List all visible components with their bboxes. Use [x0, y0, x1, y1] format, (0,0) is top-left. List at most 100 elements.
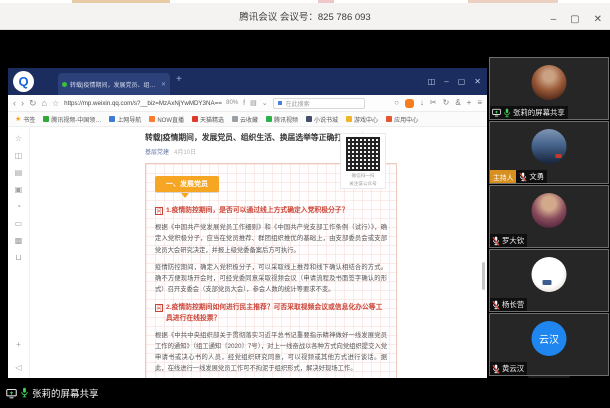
toolbar-right-icons: ○ ↓ ✂ ↻&+ ≡ [394, 99, 482, 108]
chevron-down-icon[interactable]: ⌄ [262, 100, 268, 107]
meeting-titlebar: 腾讯会议 会议号：825 786 093 – ▢ ✕ [0, 3, 610, 30]
section-badge: 一、发展党员 [155, 176, 219, 192]
search-icon[interactable]: ○ [394, 99, 399, 107]
participant-label-bar: 杨长营 [490, 298, 527, 311]
new-tab-button[interactable]: + [176, 74, 182, 85]
apps-icon[interactable]: ▩ [15, 237, 23, 245]
participant-label-bar: 主持人 文勇 [490, 170, 547, 183]
back-icon[interactable]: ‹ [13, 99, 16, 108]
mic-muted-icon [492, 236, 500, 246]
refresh-icon[interactable]: ↻ [29, 99, 37, 108]
article-author[interactable]: 基层党建 [145, 147, 169, 156]
url-text: https://mp.weixin.qq.com/s?__biz=MzAxNjY… [64, 100, 222, 107]
bookmark-item[interactable]: 小说书城 [306, 115, 338, 124]
address-bar[interactable]: https://mp.weixin.qq.com/s?__biz=MzAxNjY… [64, 100, 238, 107]
reading-icon[interactable]: ◫ [15, 152, 23, 160]
history-icon[interactable]: ↻ [443, 99, 450, 107]
layout-icon[interactable]: ◫ [428, 78, 436, 86]
screen-share-icon [492, 108, 501, 117]
bookmark-favicon [306, 116, 312, 122]
bookmark-item[interactable]: 上网导航 [109, 115, 141, 124]
mic-muted-icon [492, 300, 500, 310]
browser-minimize-icon[interactable]: – [444, 78, 448, 86]
screenshot-icon[interactable]: ✂ [430, 99, 437, 107]
qq-icon[interactable] [405, 99, 414, 108]
image-grid-icon[interactable]: ▤ [15, 169, 23, 177]
browser-tabbar: Q 转载|疫情期间，发展党员、组织生… ✕ + ◫– ▢ ✕ [8, 68, 487, 95]
bookmark-item[interactable]: 腾讯视频 [266, 115, 298, 124]
browser-content: ☆◫▤▣◔▭▩⊔+◁ 转载|疫情期间，发展党员、组织生活、换届选举等正确打开方式… [8, 127, 487, 378]
bookmark-favicon: ★ [15, 116, 21, 123]
qr-code-card: 微信扫一扫 关注该公众号 [340, 133, 386, 189]
add-panel-icon[interactable]: + [16, 341, 21, 349]
question-2: 问 2.疫情防控期间如何进行民主推荐？可否采取视频会议或信息化办公等工具进行在线… [155, 303, 387, 323]
bookmark-label: 云收藏 [240, 115, 258, 124]
minimize-button[interactable]: – [551, 15, 557, 25]
favorite-icon[interactable]: ☆ [52, 99, 59, 108]
reader-icon[interactable]: ▤ [250, 100, 257, 107]
browser-close-icon[interactable]: ✕ [474, 78, 481, 86]
bookmark-label: 应用中心 [394, 115, 418, 124]
tab-title: 转载|疫情期间，发展党员、组织生… [70, 80, 158, 89]
screen-share-icon [6, 388, 17, 399]
participant-avatar: 云汉 [532, 321, 567, 356]
question-1: 问 1.疫情防控期间，是否可以通过线上方式确定入党积极分子？ [155, 206, 387, 216]
question-icon: 问 [155, 304, 163, 312]
bookmark-item[interactable]: NOW直播 [149, 115, 184, 124]
maximize-button[interactable]: ▢ [570, 15, 579, 25]
bookmark-item[interactable]: 云收藏 [232, 115, 258, 124]
article-section-box: 一、发展党员 问 1.疫情防控期间，是否可以通过线上方式确定入党积极分子？ 根据… [145, 163, 397, 378]
bookmark-favicon [266, 116, 272, 122]
bookmark-item[interactable]: ★书签 [15, 115, 35, 124]
bookmark-item[interactable]: 游戏中心 [346, 115, 378, 124]
article-date: 4月10日 [174, 147, 196, 156]
mic-on-icon [20, 387, 29, 398]
close-button[interactable]: ✕ [594, 15, 602, 25]
participant-name: 杨长营 [502, 299, 524, 310]
search-placeholder: 在此搜索 [286, 99, 310, 108]
participant-tile[interactable]: 主持人 文勇 [489, 121, 609, 184]
participant-tile[interactable]: 杨长营 [489, 249, 609, 312]
cart-icon[interactable]: ⊔ [15, 254, 21, 262]
participant-tile[interactable]: 云汉 黄云汉 [489, 313, 609, 376]
paragraph-1: 根据《中国共产党发展党员工作细则》和《中国共产党支部工作条例（试行）》，确定入党… [155, 222, 387, 256]
bookmark-label: NOW直播 [157, 115, 184, 124]
bookmark-item[interactable]: 天猫精选 [192, 115, 224, 124]
bookmark-favicon [232, 116, 238, 122]
participant-label-bar: 罗大钦 [490, 234, 527, 247]
participant-label-bar: 黄云汉 [490, 362, 527, 375]
participant-tile[interactable]: 张莉的屏幕共享 [489, 57, 609, 120]
tab-close-icon[interactable]: ✕ [161, 81, 166, 88]
chat-icon[interactable]: ◔ [16, 203, 21, 211]
bookmark-item[interactable]: 腾讯视频-中国领… [43, 115, 101, 124]
participant-tile[interactable]: 罗大钦 [489, 185, 609, 248]
page-scrollbar-thumb[interactable] [482, 262, 485, 290]
qr-code [346, 137, 380, 171]
card-icon[interactable]: ▭ [15, 220, 23, 228]
bookmark-item[interactable]: 应用中心 [386, 115, 418, 124]
add-icon[interactable]: + [467, 99, 472, 107]
search-input[interactable]: 在此搜索 [273, 98, 365, 109]
browser-logo[interactable]: Q [13, 71, 34, 92]
forward-icon[interactable]: › [21, 99, 24, 108]
page-zoom-level[interactable]: 80% [226, 100, 238, 106]
menu-icon[interactable]: ≡ [477, 99, 482, 107]
bookmark-label: 游戏中心 [354, 115, 378, 124]
browser-tab[interactable]: 转载|疫情期间，发展党员、组织生… ✕ [58, 73, 170, 95]
contact-icon[interactable]: & [455, 99, 460, 107]
participant-name: 文勇 [529, 171, 544, 182]
bookmark-label: 腾讯视频 [274, 115, 298, 124]
bookmark-star-icon[interactable]: ☆ [15, 135, 22, 143]
browser-maximize-icon[interactable]: ▢ [458, 78, 466, 86]
search-engine-icon[interactable] [277, 100, 283, 106]
bookmarks-bar: ★书签腾讯视频-中国领… 上网导航 NOW直播天猫精选 云收藏 腾讯视频小说书城 游戏中心… [8, 112, 487, 127]
home-icon[interactable]: ⌂ [42, 99, 47, 108]
window-controls: – ▢ ✕ [551, 6, 602, 33]
video-icon[interactable]: ▣ [15, 186, 23, 194]
bookmark-favicon [346, 116, 352, 122]
download-icon[interactable]: ↓ [420, 99, 424, 107]
share-icon[interactable]: f [243, 100, 245, 107]
mic-muted-icon [519, 172, 527, 182]
collapse-icon[interactable]: ◁ [15, 364, 21, 372]
bookmark-favicon [149, 116, 155, 122]
